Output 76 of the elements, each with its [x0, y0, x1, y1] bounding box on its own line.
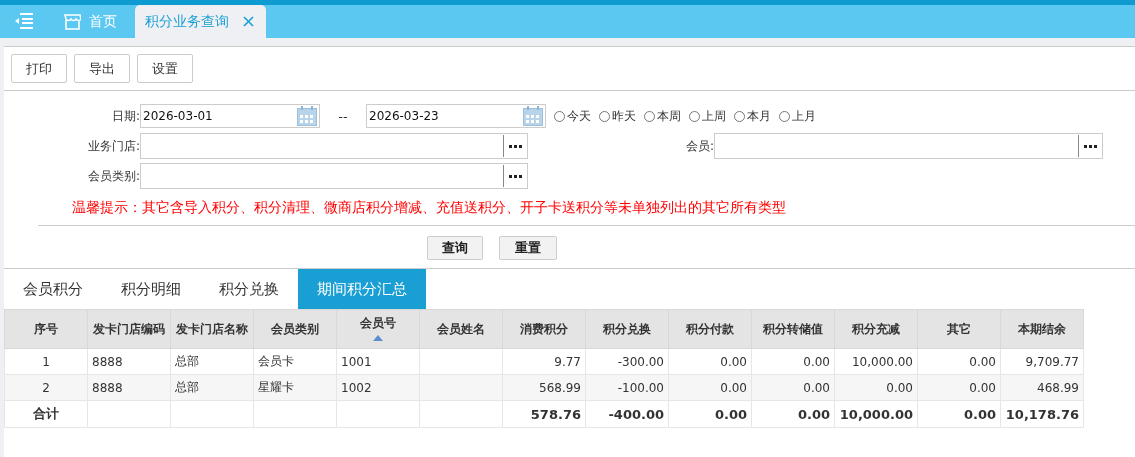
- date-field[interactable]: 2026-03-23: [366, 104, 546, 128]
- column-header[interactable]: 发卡门店名称: [170, 309, 254, 349]
- field-label: 业务门店:: [86, 137, 140, 155]
- table-cell: 会员卡: [253, 348, 337, 375]
- close-icon[interactable]: [243, 16, 254, 27]
- table-cell: -300.00: [585, 348, 669, 375]
- date-range-radio[interactable]: 上周: [689, 107, 726, 125]
- column-header[interactable]: 发卡门店编码: [87, 309, 171, 349]
- total-cell: 0.00: [751, 400, 835, 428]
- table-cell: 0.00: [751, 374, 835, 401]
- column-header[interactable]: 积分转储值: [751, 309, 835, 349]
- column-header[interactable]: 消费积分: [502, 309, 586, 349]
- table-cell: 8888: [87, 348, 171, 375]
- total-cell: 0.00: [917, 400, 1001, 428]
- total-label: 合计: [4, 400, 88, 428]
- table-cell: 1: [4, 348, 88, 375]
- table-cell: 0.00: [751, 348, 835, 375]
- action-button[interactable]: 查询: [427, 236, 483, 260]
- calendar-icon[interactable]: [297, 106, 317, 126]
- column-header[interactable]: 会员姓名: [419, 309, 503, 349]
- table-cell: 2: [4, 374, 88, 401]
- total-cell: 578.76: [502, 400, 586, 428]
- table-cell: 9.77: [502, 348, 586, 375]
- table-cell: 10,000.00: [834, 348, 918, 375]
- total-cell: -400.00: [585, 400, 669, 428]
- column-header[interactable]: 积分兑换: [585, 309, 669, 349]
- menu-icon[interactable]: [14, 13, 34, 29]
- table-cell: 0.00: [917, 374, 1001, 401]
- table-cell: 1001: [336, 348, 420, 375]
- store-field[interactable]: [140, 133, 528, 159]
- result-tab[interactable]: 积分兑换: [200, 269, 298, 309]
- column-header[interactable]: 其它: [917, 309, 1001, 349]
- member-field[interactable]: [714, 133, 1103, 159]
- sort-icon: [373, 335, 383, 341]
- table-cell: 1002: [336, 374, 420, 401]
- table-cell: 总部: [170, 374, 254, 401]
- date-range-radio[interactable]: 本周: [644, 107, 681, 125]
- table-cell: 0.00: [834, 374, 918, 401]
- table-cell: 0.00: [668, 374, 752, 401]
- table-cell: 总部: [170, 348, 254, 375]
- total-cell: 0.00: [668, 400, 752, 428]
- column-header[interactable]: 序号: [4, 309, 88, 349]
- column-header[interactable]: 积分充减: [834, 309, 918, 349]
- store-icon: [64, 13, 81, 30]
- column-header[interactable]: 本期结余: [1000, 309, 1084, 349]
- warning-text: 温馨提示：其它含导入积分、积分清理、微商店积分增减、充值送积分、开子卡送积分等未单独列出的其它所有类型: [38, 199, 1135, 226]
- date-range-radio[interactable]: 本月: [734, 107, 771, 125]
- toolbar-button[interactable]: 设置: [137, 54, 193, 83]
- action-button[interactable]: 重置: [499, 236, 557, 260]
- field-label: 会员类别:: [86, 167, 140, 185]
- column-header[interactable]: 会员类别: [253, 309, 337, 349]
- table-cell: 9,709.77: [1000, 348, 1084, 375]
- date-field[interactable]: 2026-03-01: [140, 104, 320, 128]
- calendar-icon[interactable]: [523, 106, 543, 126]
- table-cell: 星耀卡: [253, 374, 337, 401]
- date-range-radio[interactable]: 上月: [779, 107, 816, 125]
- field-label: 会员:: [684, 137, 714, 155]
- date-range-radio[interactable]: 昨天: [599, 107, 636, 125]
- table-cell: -100.00: [585, 374, 669, 401]
- total-cell: 10,178.76: [1000, 400, 1084, 428]
- table-cell: 568.99: [502, 374, 586, 401]
- total-cell: 10,000.00: [834, 400, 918, 428]
- toolbar-button[interactable]: 导出: [74, 54, 130, 83]
- date-separator: --: [337, 108, 349, 124]
- table-cell: 0.00: [917, 348, 1001, 375]
- column-header[interactable]: 会员号: [336, 309, 420, 349]
- table-cell: 8888: [87, 374, 171, 401]
- table-cell: 468.99: [1000, 374, 1084, 401]
- column-header[interactable]: 积分付款: [668, 309, 752, 349]
- date-range-radio[interactable]: 今天: [554, 107, 591, 125]
- field-label: 日期:: [110, 107, 140, 125]
- toolbar-button[interactable]: 打印: [11, 54, 67, 83]
- result-tab[interactable]: 积分明细: [102, 269, 200, 309]
- result-tab[interactable]: 会员积分: [4, 269, 102, 309]
- table-cell: 0.00: [668, 348, 752, 375]
- member-type-field[interactable]: [140, 163, 528, 189]
